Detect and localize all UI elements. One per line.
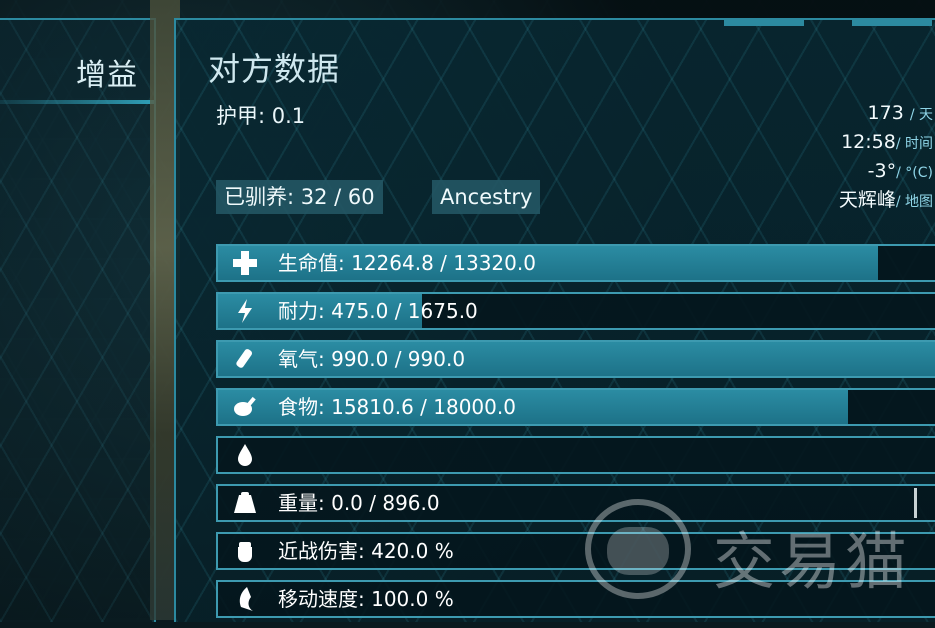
time-unit: / 时间	[895, 136, 933, 152]
buffs-divider	[0, 100, 154, 104]
temp-row: -3°/ °(C)	[839, 158, 933, 187]
temp-unit: / °(C)	[896, 165, 933, 181]
stat-bars: 生命值: 12264.8 / 13320.0 耐力: 475.0 / 1675.0…	[216, 244, 935, 628]
day-value: 173	[867, 102, 904, 124]
time-row: 12:58/ 时间	[839, 129, 933, 158]
stat-label: 氧气: 990.0 / 990.0	[278, 347, 466, 371]
stat-bar: 移动速度: 100.0 %	[216, 580, 935, 618]
stamina-bolt-icon	[228, 294, 262, 328]
location-value: 天辉峰	[838, 189, 896, 211]
temp-value: -3°	[867, 160, 897, 182]
armor-value: 护甲: 0.1	[216, 104, 306, 128]
day-row: 173 / 天	[839, 100, 933, 129]
day-unit: / 天	[909, 107, 933, 123]
stat-label: 重量: 0.0 / 896.0	[278, 491, 440, 515]
water-drop-icon	[228, 438, 262, 472]
stat-bar: 氧气: 990.0 / 990.0	[216, 340, 935, 378]
top-strip-right	[852, 20, 932, 26]
buffs-panel: 增益	[0, 18, 156, 622]
buffs-title: 增益	[76, 58, 138, 93]
creature-stats-panel: 对方数据 护甲: 0.1 173 / 天 12:58/ 时间 -3°/ °(C)…	[174, 18, 935, 622]
stat-bar: 重量: 0.0 / 896.0	[216, 484, 935, 522]
world-info: 173 / 天 12:58/ 时间 -3°/ °(C) 天辉峰/ 地图	[839, 100, 933, 216]
stat-label: 耐力: 475.0 / 1675.0	[278, 299, 478, 323]
time-value: 12:58	[841, 131, 896, 153]
health-cross-icon	[228, 246, 262, 280]
weight-icon	[228, 486, 262, 520]
melee-fist-icon	[228, 534, 262, 568]
stat-bar	[216, 436, 935, 474]
panel-title: 对方数据	[208, 50, 341, 88]
location-unit: / 地图	[895, 194, 933, 210]
stat-label: 近战伤害: 420.0 %	[278, 539, 454, 563]
weight-marker	[914, 488, 917, 518]
stat-bar: 耐力: 475.0 / 1675.0	[216, 292, 935, 330]
oxygen-tank-icon	[228, 342, 262, 376]
tamed-count-tag: 已驯养: 32 / 60	[216, 180, 383, 214]
stat-bar: 生命值: 12264.8 / 13320.0	[216, 244, 935, 282]
ancestry-button[interactable]: Ancestry	[432, 180, 541, 214]
stat-label: 食物: 15810.6 / 18000.0	[278, 395, 516, 419]
stat-bar: 食物: 15810.6 / 18000.0	[216, 388, 935, 426]
stat-label: 生命值: 12264.8 / 13320.0	[278, 251, 536, 275]
food-drumstick-icon	[228, 390, 262, 424]
location-row: 天辉峰/ 地图	[839, 187, 933, 216]
stat-bar: 近战伤害: 420.0 %	[216, 532, 935, 570]
movement-boot-icon	[228, 582, 262, 616]
stat-label: 移动速度: 100.0 %	[278, 587, 454, 611]
top-strip-left	[724, 20, 804, 26]
